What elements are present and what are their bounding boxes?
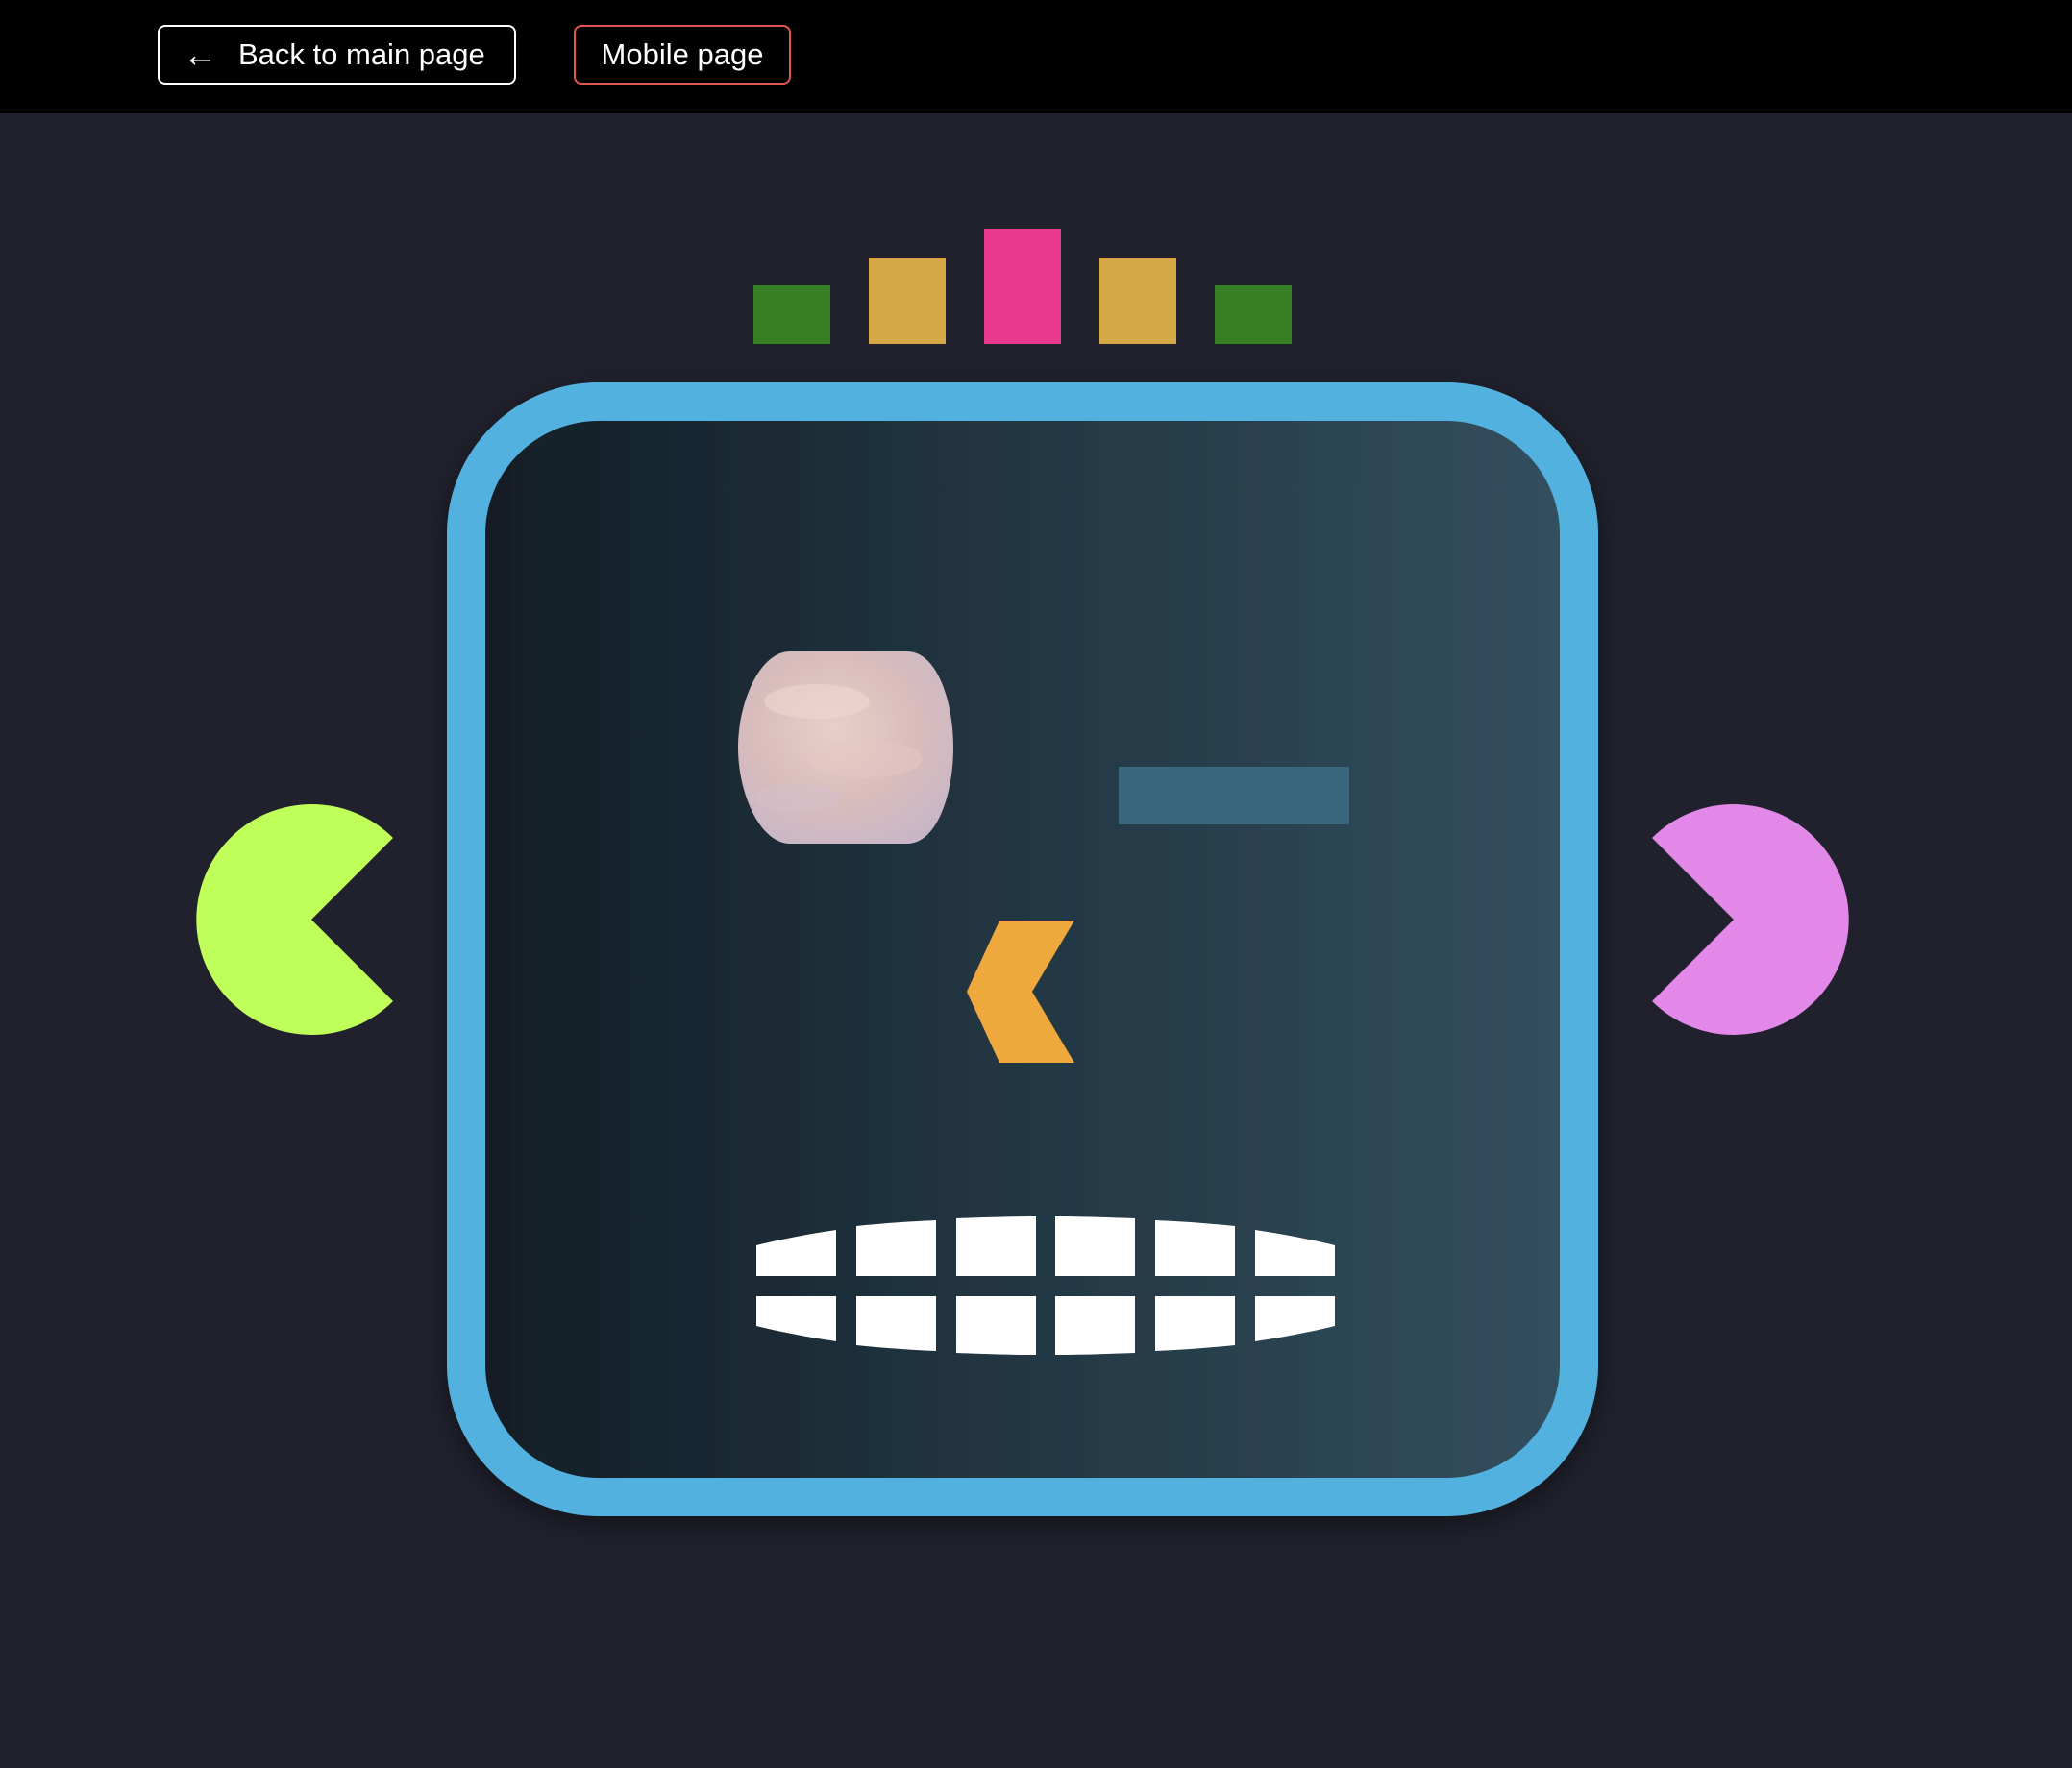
- lower-tooth-5: [1155, 1296, 1235, 1351]
- lower-tooth-3: [956, 1296, 1036, 1355]
- upper-tooth-4: [1055, 1216, 1135, 1276]
- left-ear-pacman: [196, 804, 393, 1035]
- antenna-bar-5: [1215, 285, 1292, 344]
- robot-face-illustration: [196, 229, 1849, 1516]
- upper-tooth-3: [956, 1216, 1036, 1276]
- antenna-bar-4: [1099, 258, 1176, 344]
- lower-tooth-2: [856, 1296, 936, 1351]
- antenna-bar-1: [753, 285, 830, 344]
- upper-tooth-2: [856, 1220, 936, 1276]
- left-eye: [738, 651, 953, 844]
- antenna-bar-2: [869, 258, 946, 344]
- lower-tooth-4: [1055, 1296, 1135, 1355]
- upper-tooth-5: [1155, 1220, 1235, 1276]
- antenna-bar-3: [984, 229, 1061, 344]
- right-eye-closed: [1119, 767, 1349, 824]
- right-ear-pacman: [1652, 804, 1849, 1035]
